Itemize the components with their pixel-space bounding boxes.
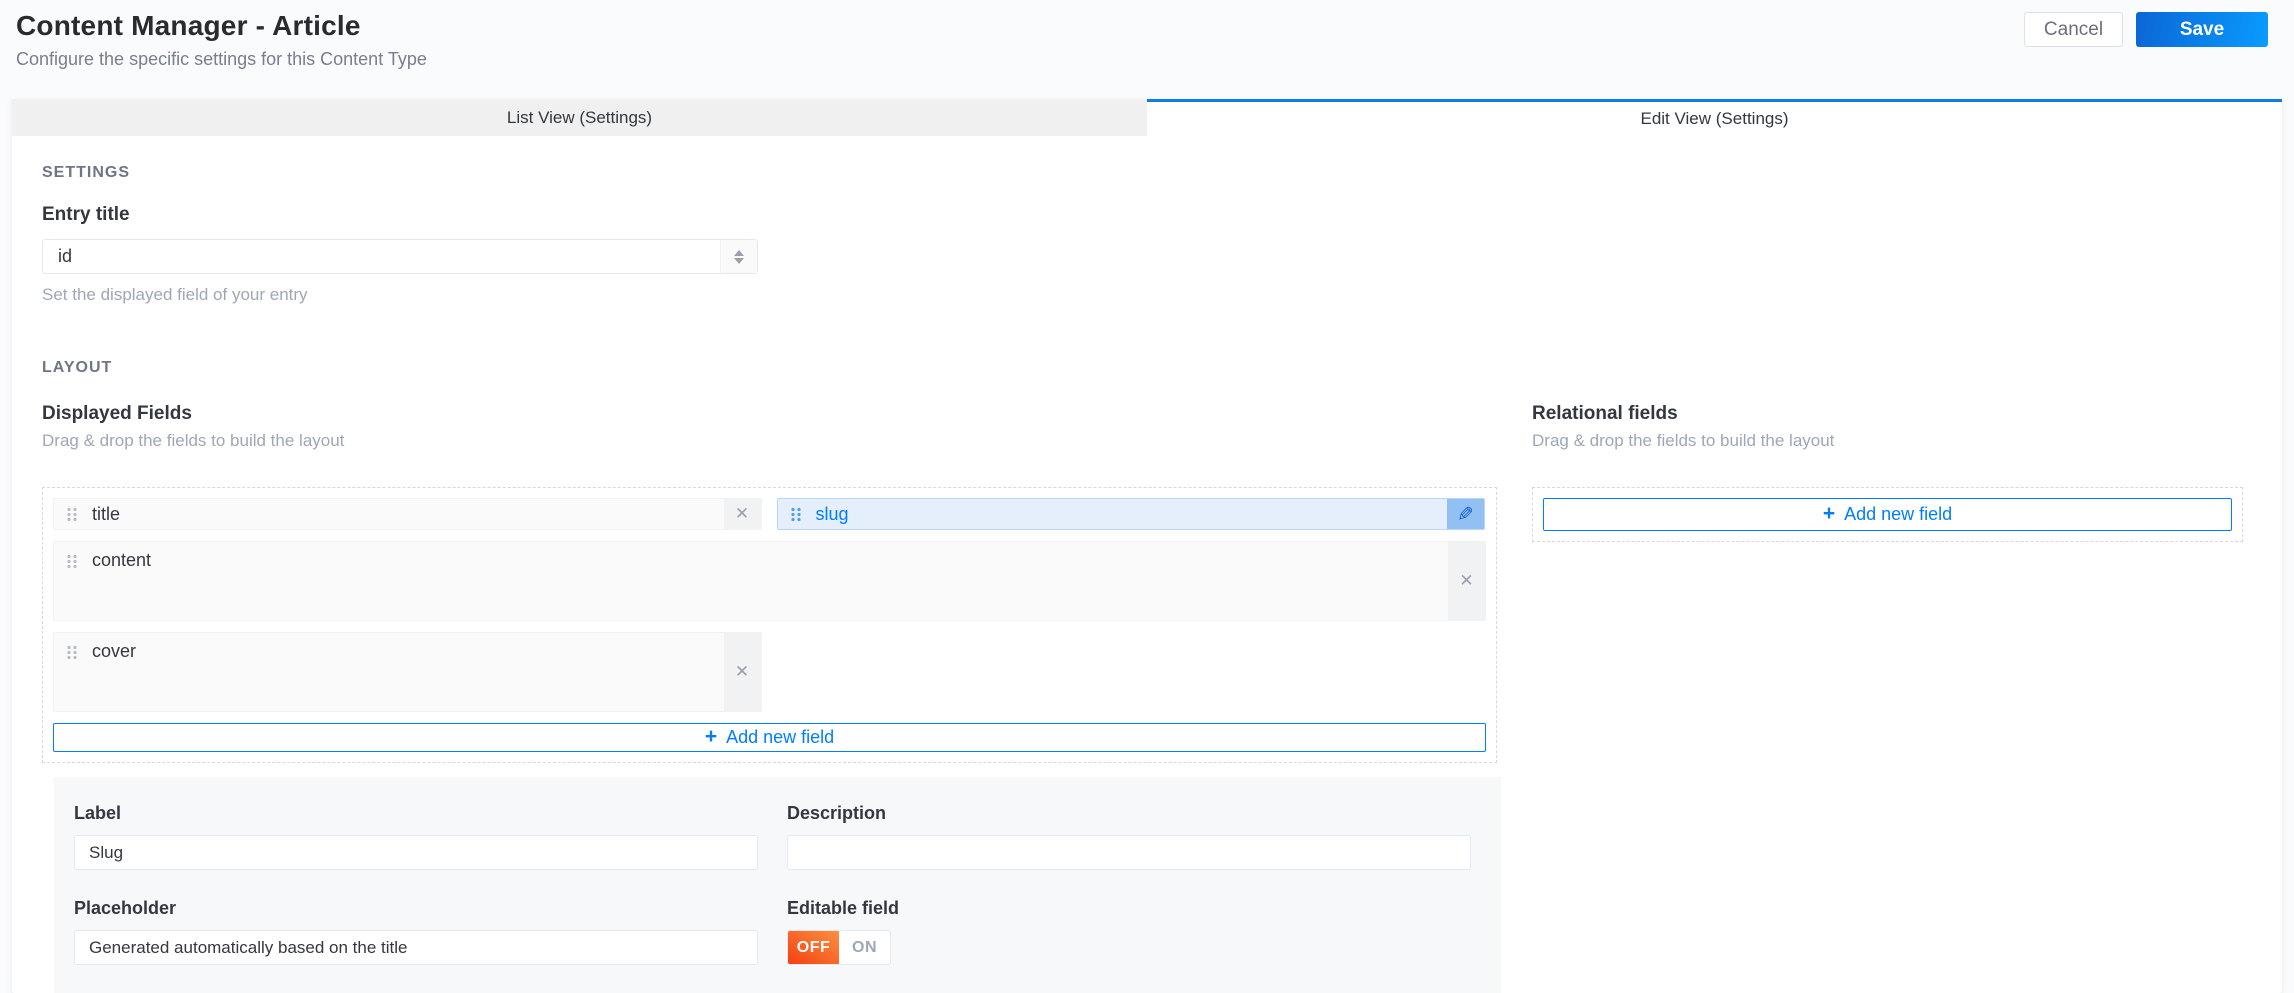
- entry-title-select-value: id: [58, 246, 73, 266]
- drag-handle-icon[interactable]: [66, 553, 79, 570]
- page-header: Content Manager - Article Configure the …: [0, 0, 2294, 99]
- field-item-title[interactable]: title ✕: [53, 498, 762, 530]
- displayed-fields-column: Displayed Fields Drag & drop the fields …: [42, 403, 1497, 763]
- field-name-label: title: [92, 503, 121, 524]
- relational-fields-column: Relational fields Drag & drop the fields…: [1532, 403, 2243, 763]
- card-body: SETTINGS Entry title id Set the displaye…: [12, 136, 2282, 993]
- label-field-group: Label: [74, 803, 758, 870]
- layout-section-heading: LAYOUT: [42, 359, 113, 376]
- placeholder-input[interactable]: [74, 930, 758, 965]
- placeholder-field-label: Placeholder: [74, 898, 177, 918]
- description-field-label: Description: [787, 803, 887, 823]
- displayed-fields-subtitle: Drag & drop the fields to build the layo…: [42, 431, 345, 450]
- drag-handle-icon[interactable]: [789, 505, 803, 523]
- label-field-label: Label: [74, 803, 122, 823]
- select-stepper-icon[interactable]: [720, 240, 757, 273]
- field-item-main: cover: [54, 633, 724, 711]
- x-icon: ✕: [734, 504, 750, 523]
- field-name-label: cover: [92, 641, 137, 661]
- field-item-slug[interactable]: slug ✎: [776, 498, 1485, 530]
- field-item-content[interactable]: content ✕: [53, 541, 1486, 621]
- add-new-field-label: Add new field: [726, 727, 835, 747]
- field-item-main: content: [54, 542, 1448, 620]
- add-relational-field-label: Add new field: [1844, 504, 1953, 524]
- edit-field-button[interactable]: ✎: [1447, 499, 1484, 529]
- entry-title-help: Set the displayed field of your entry: [42, 285, 308, 304]
- drag-handle-icon[interactable]: [66, 505, 79, 523]
- page-header-text: Content Manager - Article Configure the …: [16, 10, 427, 70]
- layout-columns: Displayed Fields Drag & drop the fields …: [42, 403, 2252, 763]
- plus-icon: +: [1822, 502, 1836, 525]
- tab-list-view-settings[interactable]: List View (Settings): [12, 99, 1147, 136]
- drag-handle-icon[interactable]: [66, 644, 79, 661]
- label-input[interactable]: [74, 835, 758, 870]
- x-icon: ✕: [734, 662, 750, 681]
- displayed-fields-title: Displayed Fields: [42, 403, 192, 424]
- editable-field-label: Editable field: [787, 898, 900, 918]
- displayed-fields-dropzone: title ✕ slug ✎ content ✕ cover ✕ + Add new fiel…: [42, 487, 1497, 763]
- add-relational-field-button[interactable]: + Add new field: [1543, 498, 2232, 531]
- save-button[interactable]: Save: [2136, 12, 2268, 47]
- settings-section-heading: SETTINGS: [42, 164, 131, 181]
- view-tabs: List View (Settings) Edit View (Settings…: [12, 99, 2282, 136]
- remove-field-button[interactable]: ✕: [1448, 542, 1485, 620]
- relational-fields-title: Relational fields: [1532, 403, 1678, 424]
- field-item-main: slug: [778, 499, 1448, 529]
- plus-icon: +: [704, 725, 718, 748]
- pencil-icon: ✎: [1457, 503, 1474, 526]
- field-edit-form: Label Description Placeholder Editable f…: [54, 777, 1501, 993]
- description-input[interactable]: [787, 835, 1471, 870]
- entry-title-select[interactable]: id: [42, 239, 758, 274]
- field-name-label: content: [92, 550, 152, 570]
- editable-field-toggle: OFF ON: [787, 930, 891, 965]
- caret-down-icon: [734, 257, 744, 264]
- description-field-group: Description: [787, 803, 1471, 870]
- placeholder-field-group: Placeholder: [74, 898, 758, 965]
- field-item-main: title: [54, 499, 724, 529]
- page-subtitle: Configure the specific settings for this…: [16, 49, 427, 69]
- header-actions: Cancel Save: [2024, 12, 2268, 47]
- remove-field-button[interactable]: ✕: [723, 499, 761, 529]
- toggle-on-option[interactable]: ON: [839, 931, 890, 964]
- cancel-button[interactable]: Cancel: [2024, 12, 2123, 47]
- tab-edit-view-settings[interactable]: Edit View (Settings): [1147, 99, 2282, 136]
- field-name-label: slug: [815, 503, 849, 524]
- add-new-field-button[interactable]: + Add new field: [53, 723, 1486, 752]
- page-title: Content Manager - Article: [16, 10, 361, 41]
- settings-card: List View (Settings) Edit View (Settings…: [12, 99, 2282, 993]
- x-icon: ✕: [1459, 571, 1474, 590]
- field-item-cover[interactable]: cover ✕: [53, 632, 762, 712]
- displayed-fields-container: title ✕ slug ✎ content ✕ cover ✕: [53, 498, 1486, 712]
- entry-title-label: Entry title: [42, 204, 130, 225]
- toggle-off-option[interactable]: OFF: [788, 931, 839, 964]
- editable-field-group: Editable field OFF ON: [787, 898, 1471, 965]
- remove-field-button[interactable]: ✕: [723, 633, 761, 711]
- caret-up-icon: [734, 249, 744, 256]
- relational-fields-dropzone: + Add new field: [1532, 487, 2243, 542]
- relational-fields-subtitle: Drag & drop the fields to build the layo…: [1532, 431, 1835, 450]
